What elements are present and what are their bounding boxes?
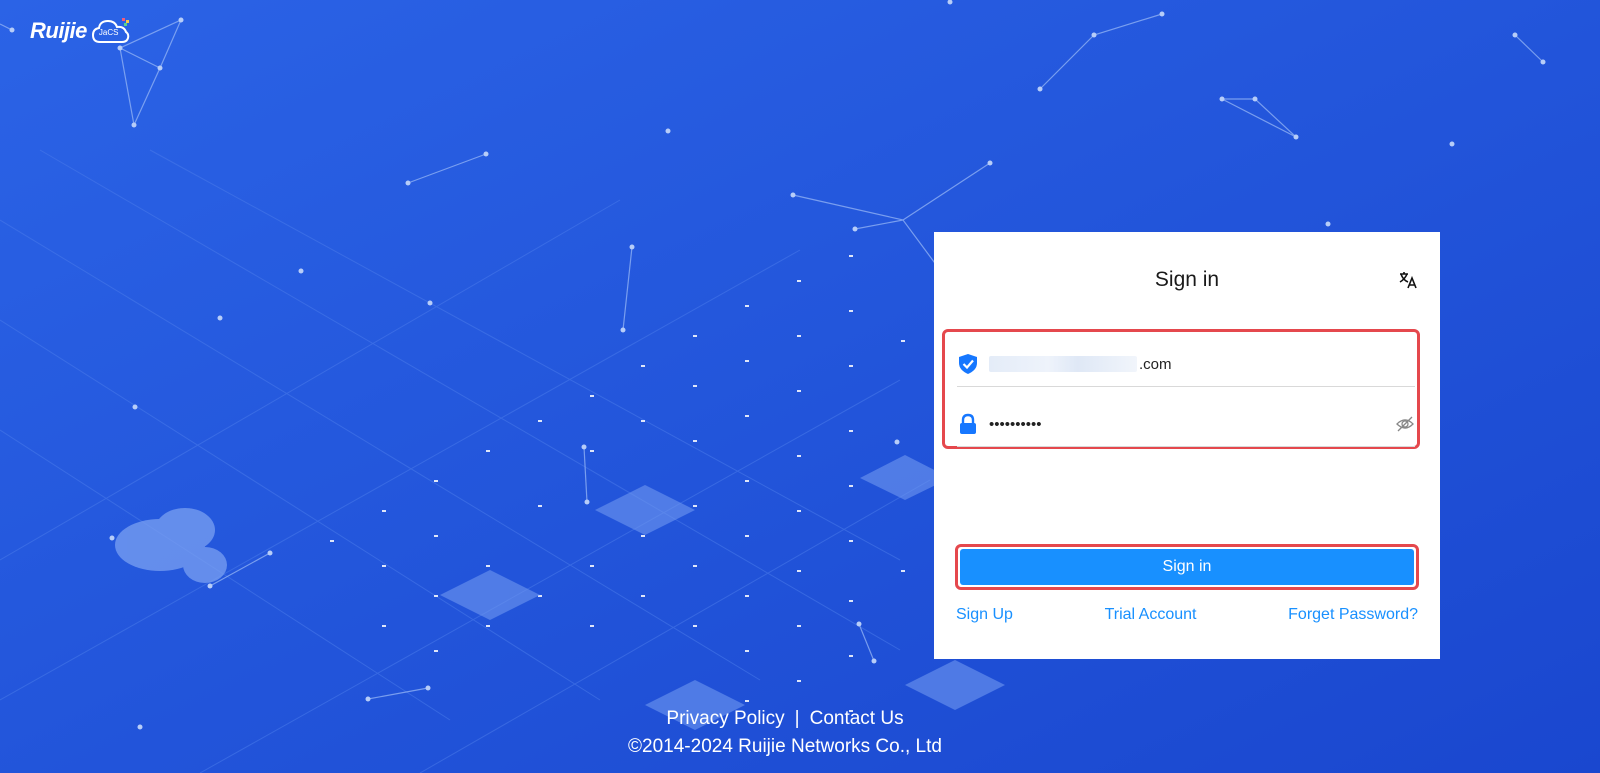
trial-account-link[interactable]: Trial Account — [1105, 606, 1197, 624]
lock-icon — [960, 413, 976, 434]
submit-highlight: Sign in — [955, 544, 1419, 590]
footer-separator: | — [794, 708, 800, 729]
copyright-text: ©2014-2024 Ruijie Networks Co., Ltd — [628, 736, 942, 757]
eye-off-icon[interactable] — [1395, 414, 1415, 434]
signin-button[interactable]: Sign in — [960, 549, 1414, 585]
redacted-username — [989, 356, 1137, 372]
username-value: .com — [1139, 355, 1172, 373]
jacs-label: JaCS — [98, 28, 119, 37]
password-input[interactable] — [989, 415, 1395, 433]
signin-card: Sign in .com Sign in — [934, 232, 1440, 659]
username-field[interactable]: .com — [957, 342, 1415, 387]
privacy-policy-link[interactable]: Privacy Policy — [666, 708, 784, 730]
page-footer: Privacy Policy | Contact Us ©2014-2024 R… — [0, 708, 1600, 758]
translate-icon[interactable] — [1398, 270, 1418, 290]
cloud-icon: JaCS — [91, 16, 131, 46]
forgot-password-link[interactable]: Forget Password? — [1288, 606, 1418, 624]
credentials-highlight: .com — [942, 329, 1420, 449]
shield-check-icon — [959, 354, 977, 374]
contact-us-link[interactable]: Contact Us — [810, 708, 904, 730]
auth-links: Sign Up Trial Account Forget Password? — [956, 606, 1418, 624]
logo-text: Ruijie — [30, 18, 87, 43]
signin-title: Sign in — [1154, 268, 1220, 291]
ruijie-logo: Ruijie JaCS — [30, 16, 131, 46]
signup-link[interactable]: Sign Up — [956, 606, 1013, 624]
password-field[interactable] — [957, 402, 1415, 447]
